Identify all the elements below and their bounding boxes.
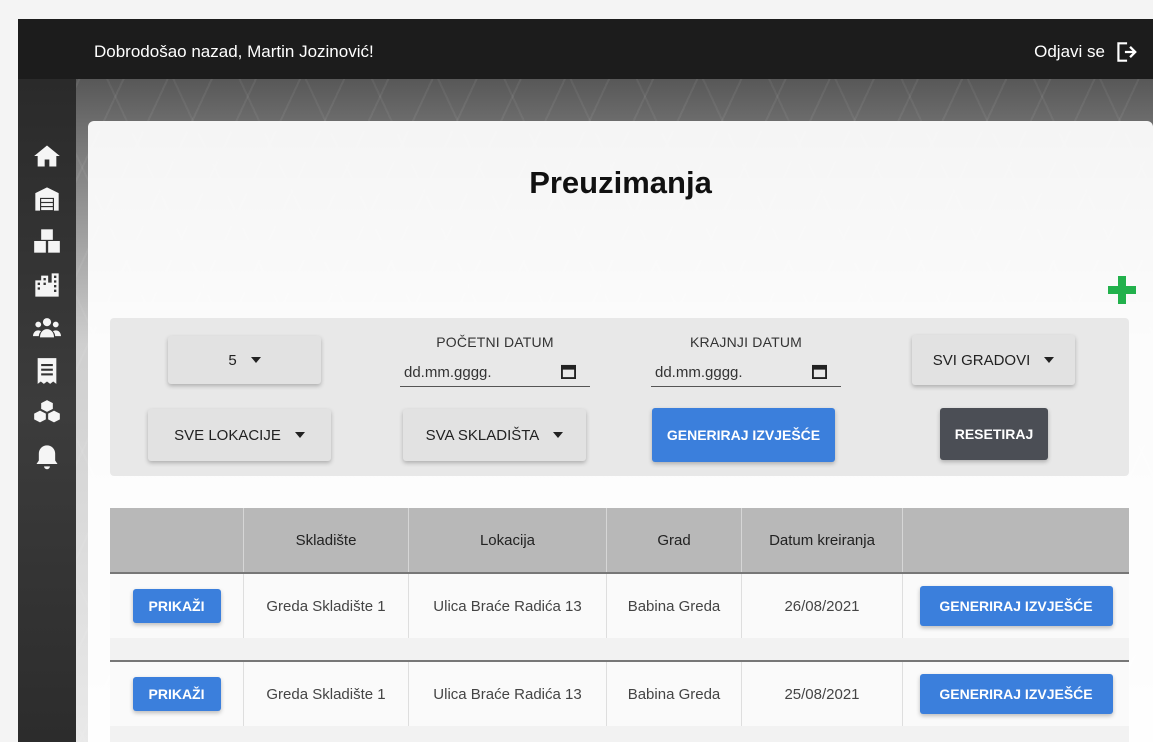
location-cell: Ulica Braće Radića 13 xyxy=(408,572,607,638)
table-header-row: Skladište Lokacija Grad Datum kreiranja xyxy=(110,508,1129,573)
column-header-actions xyxy=(110,508,244,573)
pickups-table: Skladište Lokacija Grad Datum kreiranja … xyxy=(110,508,1129,742)
city-select-label: SVI GRADOVI xyxy=(932,351,1031,369)
chevron-down-icon xyxy=(1044,357,1055,363)
end-date-label: KRAJNJI DATUM xyxy=(689,334,802,350)
chevron-down-icon xyxy=(553,432,564,438)
row-report-cell: GENERIRAJ IZVJEŠĆE xyxy=(902,572,1129,638)
column-header-location: Lokacija xyxy=(408,508,607,573)
warehouse-select-label: SVA SKLADIŠTA xyxy=(425,426,540,444)
bell-icon[interactable] xyxy=(33,443,61,471)
welcome-message: Dobrodošao nazad, Martin Jozinović! xyxy=(94,42,374,61)
page-title: Preuzimanja xyxy=(529,165,712,200)
city-cell: Babina Greda xyxy=(606,572,742,638)
per-page-select[interactable]: 5 xyxy=(168,336,321,384)
logout-icon xyxy=(1117,42,1137,62)
location-select-label: SVE LOKACIJE xyxy=(174,426,281,444)
column-header-warehouse: Skladište xyxy=(243,508,409,573)
table-row: PRIKAŽI Greda Skladište 1 Ulica Braće Ra… xyxy=(110,572,1129,638)
top-bar: Dobrodošao nazad, Martin Jozinović! Odja… xyxy=(18,19,1153,79)
row-action-cell: PRIKAŽI xyxy=(110,661,244,726)
city-icon[interactable] xyxy=(33,271,61,299)
add-icon[interactable] xyxy=(1105,273,1139,307)
row-generate-report-button[interactable]: GENERIRAJ IZVJEŠĆE xyxy=(919,586,1113,626)
warehouse-cell: Greda Skladište 1 xyxy=(243,661,409,726)
calendar-icon[interactable] xyxy=(812,364,827,379)
start-date-placeholder: dd.mm.gggg. xyxy=(404,364,492,381)
receipt-icon[interactable] xyxy=(33,357,61,385)
row-divider xyxy=(110,638,1129,662)
column-header-report xyxy=(902,508,1129,573)
users-icon[interactable] xyxy=(33,314,61,342)
start-date-input[interactable]: dd.mm.gggg. xyxy=(400,358,590,387)
app-frame: Dobrodošao nazad, Martin Jozinović! Odja… xyxy=(18,19,1153,742)
generate-report-button[interactable]: GENERIRAJ IZVJEŠĆE xyxy=(652,408,835,462)
date-cell: 25/08/2021 xyxy=(741,661,903,726)
logout-button[interactable]: Odjavi se xyxy=(1034,39,1139,65)
reset-button[interactable]: RESETIRAJ xyxy=(940,408,1048,460)
row-report-cell: GENERIRAJ IZVJEŠĆE xyxy=(902,661,1129,726)
main-card: Preuzimanja 5 POČETNI DATUM dd.mm.gggg. … xyxy=(88,121,1153,742)
calendar-icon[interactable] xyxy=(561,364,576,379)
warehouse-select[interactable]: SVA SKLADIŠTA xyxy=(403,409,586,461)
chevron-down-icon xyxy=(250,357,261,363)
location-cell: Ulica Braće Radića 13 xyxy=(408,661,607,726)
end-date-placeholder: dd.mm.gggg. xyxy=(655,364,743,381)
show-button[interactable]: PRIKAŽI xyxy=(132,589,221,623)
filter-panel: 5 POČETNI DATUM dd.mm.gggg. KRAJNJI DATU… xyxy=(110,318,1129,476)
warehouse-icon[interactable] xyxy=(33,185,61,213)
start-date-label: POČETNI DATUM xyxy=(436,334,554,350)
column-header-city: Grad xyxy=(606,508,742,573)
row-generate-report-button[interactable]: GENERIRAJ IZVJEŠĆE xyxy=(919,674,1113,714)
row-action-cell: PRIKAŽI xyxy=(110,572,244,638)
show-button[interactable]: PRIKAŽI xyxy=(132,677,221,711)
logout-label: Odjavi se xyxy=(1034,42,1105,61)
date-cell: 26/08/2021 xyxy=(741,572,903,638)
per-page-value: 5 xyxy=(228,351,237,369)
row-divider xyxy=(110,726,1129,742)
cubes-icon[interactable] xyxy=(33,399,61,427)
sidebar xyxy=(18,79,76,742)
boxes-icon[interactable] xyxy=(33,227,61,255)
table-row: PRIKAŽI Greda Skladište 1 Ulica Braće Ra… xyxy=(110,661,1129,726)
column-header-date: Datum kreiranja xyxy=(741,508,903,573)
city-select[interactable]: SVI GRADOVI xyxy=(912,335,1075,385)
warehouse-cell: Greda Skladište 1 xyxy=(243,572,409,638)
location-select[interactable]: SVE LOKACIJE xyxy=(148,409,331,461)
end-date-input[interactable]: dd.mm.gggg. xyxy=(651,358,841,387)
home-icon[interactable] xyxy=(33,142,61,170)
chevron-down-icon xyxy=(294,432,305,438)
city-cell: Babina Greda xyxy=(606,661,742,726)
